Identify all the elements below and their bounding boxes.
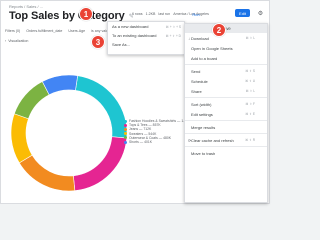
menu-item-label: Edit settings bbox=[191, 111, 213, 117]
menu-item-label: Share bbox=[191, 88, 202, 94]
shortcut-hint: ⌘ ⇧ U bbox=[245, 79, 255, 83]
shortcut-hint: ⌘ ⇧ S bbox=[245, 69, 255, 73]
menu-item-label: Save As... bbox=[112, 42, 131, 47]
menu-divider bbox=[185, 133, 267, 134]
donut-slice-4[interactable] bbox=[13, 81, 50, 120]
download-icon: ↓ bbox=[188, 35, 190, 41]
size: 1.2KB bbox=[145, 12, 156, 16]
last-run: last run bbox=[158, 12, 171, 16]
visualization-toggle[interactable]: › Visualization bbox=[5, 39, 28, 43]
gear-icon[interactable]: ⚙ bbox=[256, 9, 265, 18]
callout-badge-1: 1 bbox=[79, 7, 93, 21]
menu-item-sort[interactable]: Sort (width) ⌘ ⇧ F bbox=[185, 99, 267, 109]
menu-item-save[interactable]: Save bbox=[185, 24, 267, 33]
donut-slice-0[interactable] bbox=[75, 75, 128, 139]
menu-item-open-sheets[interactable]: Open in Google Sheets bbox=[185, 43, 267, 53]
filter-field[interactable]: Orders.fulfillment_date bbox=[26, 29, 62, 33]
filter-row: Filters (0) Orders.fulfillment_date User… bbox=[5, 29, 110, 33]
legend-swatch bbox=[124, 119, 127, 123]
run-button[interactable]: Run bbox=[186, 10, 206, 18]
chevron-right-icon: › bbox=[5, 39, 7, 43]
callout-number: 3 bbox=[95, 37, 101, 47]
shortcut-hint: ⌘ + ⇧ + D bbox=[165, 33, 181, 38]
menu-divider bbox=[185, 64, 267, 65]
donut-slice-5[interactable] bbox=[41, 74, 79, 96]
menu-divider bbox=[185, 120, 267, 121]
menu-item-share[interactable]: Share ⌘ ⇧ L bbox=[185, 86, 267, 96]
filter-field-2[interactable]: Users.Age bbox=[68, 29, 85, 33]
donut-slice-1[interactable] bbox=[73, 136, 128, 192]
menu-item-save-as[interactable]: Save As... bbox=[108, 40, 184, 49]
shortcut-hint: ⌘ ⇧ R bbox=[245, 138, 255, 142]
callout-badge-2: 2 bbox=[212, 23, 226, 37]
menu-item-merge-results[interactable]: Merge results bbox=[185, 122, 267, 132]
legend-swatch bbox=[124, 132, 127, 136]
legend-item[interactable]: Shorts — 401K bbox=[124, 140, 189, 144]
menu-item-label: To an existing dashboard bbox=[112, 33, 157, 38]
shortcut-hint: ⌘ ⇧ L bbox=[245, 36, 255, 40]
menu-item-label: Move to trash bbox=[191, 150, 216, 156]
menu-item-label: Send bbox=[191, 68, 201, 74]
callout-number: 1 bbox=[83, 9, 89, 19]
filters-toggle[interactable]: Filters (0) bbox=[5, 29, 20, 33]
callout-number: 2 bbox=[216, 25, 222, 35]
menu-item-label: As a new dashboard bbox=[112, 24, 149, 29]
menu-item-add-to-board[interactable]: Add to a board bbox=[185, 53, 267, 63]
donut-slice-2[interactable] bbox=[18, 154, 76, 192]
menu-item-edit-settings[interactable]: Edit settings ⌘ ⇧ E bbox=[185, 109, 267, 119]
shortcut-hint: ⌘ + ⇧ + S bbox=[165, 24, 181, 29]
menu-item-label: Download bbox=[191, 35, 209, 41]
refresh-icon: ⟳ bbox=[188, 137, 192, 143]
legend-swatch bbox=[124, 123, 127, 127]
menu-item-label: Schedule bbox=[191, 78, 208, 84]
menu-item-label: Sort (width) bbox=[191, 101, 212, 107]
shortcut-hint: ⌘ ⇧ F bbox=[245, 102, 255, 106]
shortcut-hint: ⌘ ⇧ E bbox=[245, 112, 255, 116]
gear-dropdown-menu: Save ↓ Download ⌘ ⇧ L Open in Google Sheet… bbox=[184, 23, 268, 203]
menu-item-new-dashboard[interactable]: As a new dashboard ⌘ + ⇧ + S bbox=[108, 22, 184, 31]
menu-item-label: Clear cache and refresh bbox=[191, 137, 234, 143]
menu-item-schedule[interactable]: Schedule ⌘ ⇧ U bbox=[185, 76, 267, 86]
row-count: 6 rows bbox=[132, 12, 143, 16]
visualization-label: Visualization bbox=[8, 39, 29, 43]
legend-swatch bbox=[124, 127, 127, 131]
save-submenu: As a new dashboard ⌘ + ⇧ + S To an exist… bbox=[107, 21, 185, 55]
edit-button[interactable]: Edit bbox=[235, 9, 250, 17]
menu-item-existing-dashboard[interactable]: To an existing dashboard ⌘ + ⇧ + D bbox=[108, 31, 184, 40]
looker-explore-window: Reports / Sales / ... Top Sales by Categ… bbox=[0, 0, 270, 204]
menu-item-label: Open in Google Sheets bbox=[191, 45, 233, 51]
legend-swatch bbox=[124, 140, 127, 144]
menu-item-send[interactable]: Send ⌘ ⇧ S bbox=[185, 66, 267, 76]
donut-slice-3[interactable] bbox=[10, 113, 33, 164]
menu-item-label: Add to a board bbox=[191, 55, 218, 61]
menu-item-move-to-trash[interactable]: Move to trash bbox=[185, 148, 267, 158]
chart-legend: Fashion Hoodies & Sweatshirts — 1.1M Tops… bbox=[124, 119, 189, 144]
legend-swatch bbox=[124, 136, 127, 140]
shortcut-hint: ⌘ ⇧ L bbox=[245, 89, 255, 93]
menu-divider bbox=[185, 146, 267, 147]
menu-item-clear-cache[interactable]: ⟳ Clear cache and refresh ⌘ ⇧ R bbox=[185, 135, 267, 145]
callout-badge-3: 3 bbox=[91, 35, 105, 49]
menu-item-download[interactable]: ↓ Download ⌘ ⇧ L bbox=[185, 33, 267, 43]
menu-item-label: Merge results bbox=[191, 124, 216, 130]
legend-label: Shorts — 401K bbox=[129, 140, 152, 145]
menu-divider bbox=[185, 97, 267, 98]
